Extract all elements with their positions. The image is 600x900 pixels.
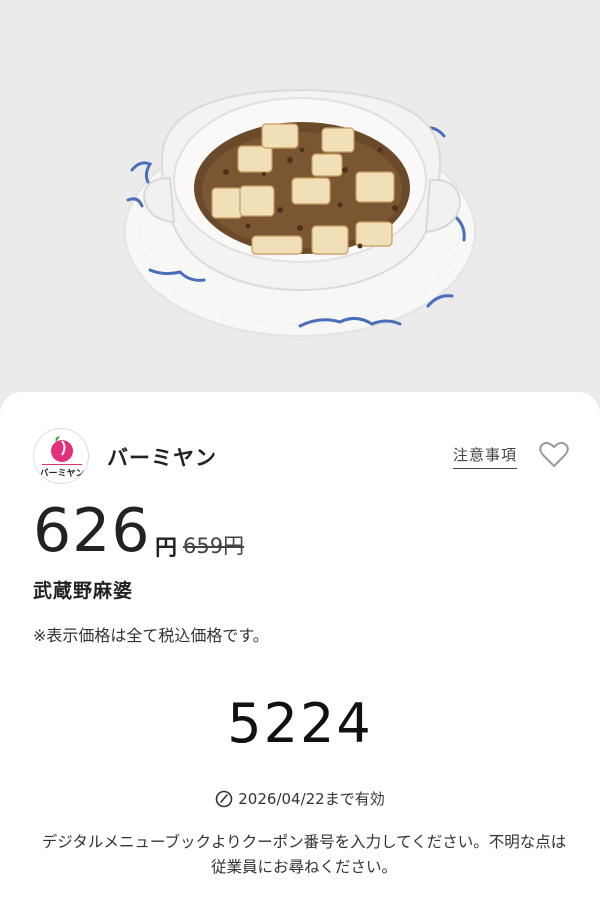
- notice-link[interactable]: 注意事項: [453, 444, 518, 469]
- brand-logo-text: バーミヤン: [39, 469, 85, 479]
- coupon-card: バーミヤン バーミヤン 注意事項 626 円 659円 武蔵野麻婆 ※表示価格は…: [0, 392, 600, 900]
- instructions: デジタルメニューブックよりクーポン番号を入力してください。不明な点は従業員にお尋…: [41, 833, 567, 876]
- product-name: 武蔵野麻婆: [33, 580, 134, 602]
- product-image: [0, 0, 600, 420]
- current-price: 626: [33, 496, 151, 566]
- coupon-code: 5224: [227, 692, 373, 755]
- brand-logo: バーミヤン: [33, 428, 89, 484]
- mapo-tofu-image: [124, 88, 476, 337]
- heart-icon[interactable]: [539, 440, 569, 468]
- price-unit: 円: [155, 536, 178, 561]
- original-price: 659円: [183, 534, 245, 558]
- price: 626 円 659円: [33, 500, 433, 562]
- validity: 2026/04/22まで有効: [0, 788, 600, 809]
- validity-text: 2026/04/22まで有効: [238, 790, 385, 808]
- brand-header: バーミヤン バーミヤン 注意事項: [33, 428, 573, 484]
- clock-icon: [215, 790, 233, 808]
- brand-name: バーミヤン: [107, 446, 217, 470]
- tax-note: ※表示価格は全て税込価格です。: [33, 626, 269, 645]
